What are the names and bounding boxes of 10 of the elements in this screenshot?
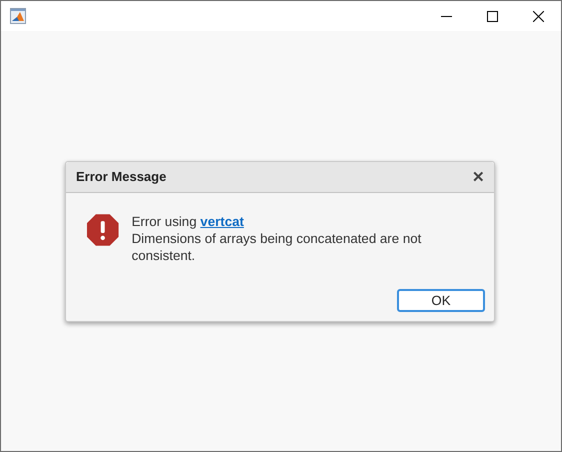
error-icon <box>86 212 120 246</box>
close-icon[interactable] <box>532 10 544 22</box>
app-icon <box>10 8 26 24</box>
maximize-icon[interactable] <box>486 10 498 22</box>
error-message: Dimensions of arrays being concatenated are not consistent. <box>132 230 422 264</box>
dialog-title: Error Message <box>76 169 166 184</box>
close-button[interactable]: ✕ <box>472 168 485 186</box>
ok-button[interactable]: OK <box>397 288 485 312</box>
error-label: Error using <box>132 214 197 228</box>
function-link[interactable]: vertcat <box>200 214 244 228</box>
